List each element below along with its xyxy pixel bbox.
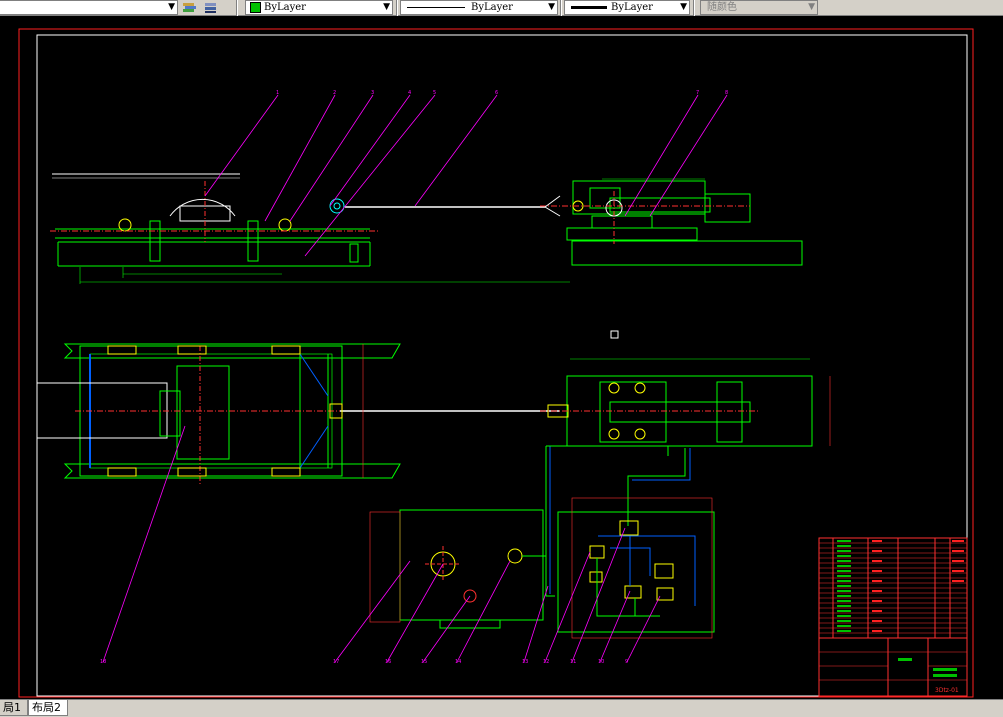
- chevron-down-icon: ▼: [808, 2, 815, 12]
- layout-tab-bar: 局1 布局2: [0, 699, 1003, 717]
- part-number-label: 17: [333, 659, 340, 665]
- linetype-control-dropdown[interactable]: ByLayer ▼: [400, 0, 558, 15]
- chevron-down-icon: ▼: [168, 2, 175, 12]
- top-right-cylinder: [540, 178, 803, 266]
- part-number-label: 7: [696, 90, 700, 96]
- color-control-dropdown[interactable]: ByLayer ▼: [245, 0, 393, 15]
- part-number-label: 11: [570, 659, 577, 665]
- chevron-down-icon: ▼: [383, 2, 390, 12]
- part-number-label: 10: [598, 659, 605, 665]
- part-number-label: 12: [543, 659, 550, 665]
- pump-station: [369, 509, 546, 629]
- chevron-down-icon: ▼: [548, 2, 555, 12]
- part-number-label: 16: [385, 659, 392, 665]
- parts-list-table: [818, 537, 968, 639]
- properties-toolbar: ▼ ByLayer ▼ ByLayer ▼ ByLayer ▼ 随颜色 ▼: [0, 0, 1003, 16]
- paper-boundary: [18, 28, 974, 698]
- valve-panel: [557, 497, 715, 639]
- part-number-label: 5: [433, 90, 437, 96]
- plan-right-cylinder: [540, 358, 831, 447]
- lineweight-control-dropdown[interactable]: ByLayer ▼: [564, 0, 690, 15]
- pickbox-cursor: [610, 330, 619, 339]
- leader-lines: [102, 94, 728, 663]
- part-number-label: 15: [421, 659, 428, 665]
- drawing-code: 3Dtz-01: [935, 687, 959, 694]
- layer-dropdown[interactable]: ▼: [0, 0, 178, 15]
- hydraulic-pipes: [545, 445, 691, 597]
- part-number-label: 6: [495, 90, 499, 96]
- part-number-label: 8: [725, 90, 729, 96]
- linetype-label: ByLayer: [471, 2, 513, 13]
- part-number-label: 9: [625, 659, 629, 665]
- plan-view-assembly: [36, 343, 560, 486]
- tab-layout1[interactable]: 局1: [0, 700, 28, 716]
- part-number-label: 4: [408, 90, 412, 96]
- part-number-label: 3: [371, 90, 375, 96]
- part-number-label: 13: [522, 659, 529, 665]
- toolbar-separator: [396, 0, 398, 16]
- lineweight-label: ByLayer: [611, 2, 653, 13]
- layer-states-icon[interactable]: [182, 1, 198, 14]
- plotstyle-label: 随颜色: [707, 2, 737, 13]
- color-label: ByLayer: [264, 2, 306, 13]
- lineweight-preview: [571, 6, 607, 9]
- plotstyle-control-dropdown[interactable]: 随颜色 ▼: [700, 0, 818, 15]
- layer-previous-icon[interactable]: [203, 1, 219, 14]
- tab-layout2[interactable]: 布局2: [28, 700, 68, 716]
- part-number-label: 18: [100, 659, 107, 665]
- toolbar-separator: [560, 0, 562, 16]
- part-number-label: 2: [333, 90, 337, 96]
- part-number-label: 14: [455, 659, 462, 665]
- toolbar-separator: [236, 0, 238, 16]
- toolbar-separator: [693, 0, 695, 16]
- drawing-canvas[interactable]: 1 2 3 4 5 6 7 8 9 10 11 12 13 14 15 16 1…: [0, 16, 1003, 699]
- linetype-preview: [407, 7, 465, 8]
- cad-drawing: [18, 28, 974, 698]
- chevron-down-icon: ▼: [680, 2, 687, 12]
- part-number-label: 1: [276, 90, 280, 96]
- color-swatch: [250, 1, 261, 13]
